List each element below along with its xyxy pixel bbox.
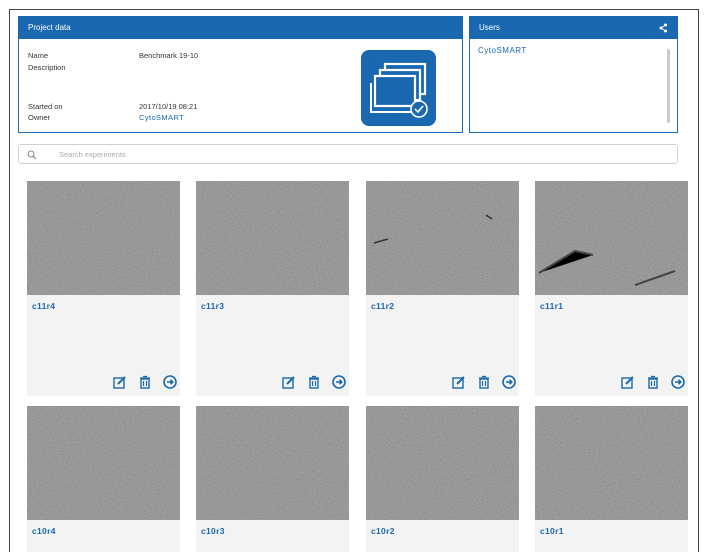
arrow-right-circle-icon[interactable] <box>332 375 346 389</box>
users-header: Users <box>470 17 677 39</box>
project-data-title: Project data <box>28 23 71 32</box>
arrow-right-circle-icon[interactable] <box>502 375 516 389</box>
owner-label: Owner <box>28 113 51 122</box>
experiment-name[interactable]: c10r2 <box>371 526 395 536</box>
experiment-thumbnail[interactable] <box>27 181 180 295</box>
experiment-card[interactable]: c11r3 <box>196 181 349 396</box>
experiment-card[interactable]: c10r3 <box>196 406 349 552</box>
project-data-panel: Project data Name Benchmark 19-10 Descri… <box>18 16 463 133</box>
experiment-card[interactable]: c10r1 <box>535 406 688 552</box>
trash-icon[interactable] <box>477 375 491 389</box>
experiment-card[interactable]: c11r1 <box>535 181 688 396</box>
edit-icon[interactable] <box>621 375 635 389</box>
experiment-name[interactable]: c11r1 <box>540 301 563 311</box>
edit-icon[interactable] <box>113 375 127 389</box>
trash-icon[interactable] <box>307 375 321 389</box>
experiment-card[interactable]: c10r2 <box>366 406 519 552</box>
experiment-actions <box>452 375 516 389</box>
experiment-name[interactable]: c11r4 <box>32 301 55 311</box>
experiment-card[interactable]: c10r4 <box>27 406 180 552</box>
owner-link[interactable]: CytoSMART <box>139 113 184 122</box>
arrow-right-circle-icon[interactable] <box>163 375 177 389</box>
project-logo <box>361 50 436 126</box>
users-title: Users <box>479 23 500 32</box>
experiment-name[interactable]: c10r1 <box>540 526 564 536</box>
experiment-thumbnail[interactable] <box>196 406 349 520</box>
project-data-header: Project data <box>19 17 462 39</box>
experiment-card[interactable]: c11r4 <box>27 181 180 396</box>
trash-icon[interactable] <box>646 375 660 389</box>
description-label: Description <box>28 63 66 72</box>
experiment-card[interactable]: c11r2 <box>366 181 519 396</box>
experiment-thumbnail[interactable] <box>27 406 180 520</box>
experiment-name[interactable]: c10r3 <box>201 526 225 536</box>
started-on-value: 2017/10/19 08:21 <box>139 102 198 111</box>
arrow-right-circle-icon[interactable] <box>671 375 685 389</box>
users-panel: Users CytoSMART <box>469 16 678 133</box>
trash-icon[interactable] <box>138 375 152 389</box>
user-link-cytosmart[interactable]: CytoSMART <box>478 46 527 55</box>
experiment-thumbnail[interactable] <box>535 181 688 295</box>
experiment-actions <box>113 375 177 389</box>
edit-icon[interactable] <box>282 375 296 389</box>
stacked-images-icon <box>370 62 428 118</box>
experiment-actions <box>282 375 346 389</box>
started-on-label: Started on <box>28 102 63 111</box>
search-icon <box>27 150 37 160</box>
share-icon[interactable] <box>659 17 667 47</box>
experiment-actions <box>621 375 685 389</box>
name-value: Benchmark 19-10 <box>139 51 199 60</box>
name-label: Name <box>28 51 49 60</box>
experiment-thumbnail[interactable] <box>535 406 688 520</box>
experiment-name[interactable]: c11r2 <box>371 301 394 311</box>
experiment-thumbnail[interactable] <box>366 406 519 520</box>
users-scrollbar[interactable] <box>667 49 670 123</box>
experiment-thumbnail[interactable] <box>366 181 519 295</box>
experiment-thumbnail[interactable] <box>196 181 349 295</box>
search-bar <box>18 144 678 164</box>
experiment-name[interactable]: c10r4 <box>32 526 56 536</box>
experiment-name[interactable]: c11r3 <box>201 301 224 311</box>
search-experiments-input[interactable] <box>59 147 659 162</box>
edit-icon[interactable] <box>452 375 466 389</box>
